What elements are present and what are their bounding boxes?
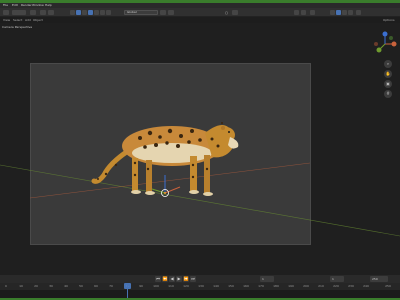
- select-menu-button[interactable]: [40, 10, 46, 15]
- grid-icon[interactable]: #: [384, 90, 392, 98]
- navigation-gizmo[interactable]: [372, 31, 398, 57]
- viewport-gizmo-toggle[interactable]: [294, 10, 299, 15]
- origin-dot: [164, 192, 166, 194]
- add-menu-button[interactable]: [48, 10, 54, 15]
- jump-keyframe-forward-button[interactable]: ⏩: [183, 276, 189, 282]
- transform-tool-button[interactable]: [106, 10, 111, 15]
- xray-toggle[interactable]: [310, 10, 315, 15]
- timeline-header: ⏮ ⏪ ◀ ▶ ⏩ ⏭ 1 1 250: [0, 275, 400, 283]
- jump-end-button[interactable]: ⏭: [190, 276, 196, 282]
- play-reverse-button[interactable]: ◀: [169, 276, 175, 282]
- frame-tick: 140: [213, 284, 219, 288]
- current-frame-field[interactable]: 1: [260, 276, 274, 282]
- start-frame-field[interactable]: 1: [330, 276, 344, 282]
- timeline-ruler[interactable]: 0 10 20 30 40 50 60 70 1 90 100 110 120 …: [0, 283, 400, 290]
- mode-selector[interactable]: [12, 10, 26, 15]
- 3d-viewport[interactable]: Camera Perspective ⌕ ✋ ▣ #: [0, 23, 400, 275]
- frame-tick: 100: [153, 284, 159, 288]
- frame-tick: 70: [109, 284, 113, 288]
- viewport-overlay: [0, 122, 400, 237]
- select-mode-active-button[interactable]: [76, 10, 81, 15]
- frame-tick: 220: [333, 284, 339, 288]
- solid-shading-button[interactable]: [336, 10, 341, 15]
- frame-tick: 150: [228, 284, 234, 288]
- scale-tool-button[interactable]: [100, 10, 105, 15]
- material-shading-button[interactable]: [342, 10, 347, 15]
- shading-options-button[interactable]: [356, 10, 361, 15]
- frame-tick: 180: [273, 284, 279, 288]
- editor-type-button[interactable]: [3, 10, 9, 15]
- snap-button[interactable]: [168, 10, 174, 15]
- frame-tick: 30: [49, 284, 53, 288]
- frame-tick: 50: [79, 284, 83, 288]
- frame-tick: 10: [19, 284, 23, 288]
- rotate-tool-button[interactable]: [94, 10, 99, 15]
- end-frame-field[interactable]: 250: [370, 276, 388, 282]
- frame-tick: 230: [348, 284, 354, 288]
- frame-tick: 240: [363, 284, 369, 288]
- select-box-button[interactable]: [70, 10, 75, 15]
- pan-icon[interactable]: ✋: [384, 70, 392, 78]
- zoom-icon[interactable]: ⌕: [384, 60, 392, 68]
- frame-tick: 160: [243, 284, 249, 288]
- frame-tick: 60: [94, 284, 98, 288]
- viewport-header: Global ○: [0, 8, 400, 17]
- playhead-line: [127, 283, 128, 298]
- play-button[interactable]: ▶: [176, 276, 182, 282]
- orientation-dropdown[interactable]: Global: [124, 10, 158, 15]
- frame-tick: 20: [34, 284, 38, 288]
- camera-icon[interactable]: ▣: [384, 80, 392, 88]
- frame-tick: 0: [5, 284, 7, 288]
- wireframe-shading-button[interactable]: [330, 10, 335, 15]
- frame-tick: 200: [303, 284, 309, 288]
- frame-tick: 190: [288, 284, 294, 288]
- grid-line: [0, 164, 400, 237]
- rendered-shading-button[interactable]: [348, 10, 353, 15]
- x-axis-line: [29, 162, 311, 199]
- leopard-model: [91, 122, 239, 196]
- frame-tick: 250: [385, 284, 391, 288]
- frame-tick: 130: [198, 284, 204, 288]
- proportional-edit-icon[interactable]: ○: [224, 10, 229, 15]
- view-menu-button[interactable]: [30, 10, 36, 15]
- frame-tick: 170: [258, 284, 264, 288]
- frame-tick: 210: [318, 284, 324, 288]
- overlay-button[interactable]: [232, 10, 238, 15]
- frame-tick: 90: [139, 284, 143, 288]
- move-tool-button[interactable]: [88, 10, 93, 15]
- frame-tick: 120: [183, 284, 189, 288]
- jump-keyframe-back-button[interactable]: ⏪: [162, 276, 168, 282]
- overlays-toggle[interactable]: [301, 10, 306, 15]
- timeline-track-area[interactable]: [0, 290, 400, 298]
- tweak-button[interactable]: [82, 10, 87, 15]
- jump-start-button[interactable]: ⏮: [155, 276, 161, 282]
- frame-tick: 40: [64, 284, 68, 288]
- frame-tick: 110: [168, 284, 174, 288]
- pivot-button[interactable]: [160, 10, 166, 15]
